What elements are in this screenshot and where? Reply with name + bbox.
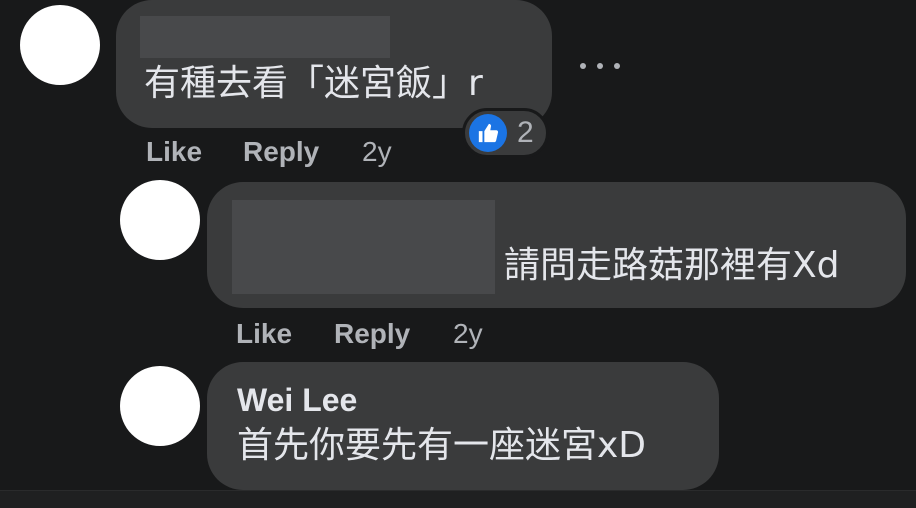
comment-text: 首先你要先有一座迷宮xD xyxy=(237,425,647,466)
comment-bubble: Wei Lee 首先你要先有一座迷宮xD xyxy=(207,362,719,490)
comment-bubble: 請問走路菇那裡有Xd xyxy=(207,182,906,308)
avatar[interactable] xyxy=(120,366,200,446)
more-options-icon[interactable] xyxy=(580,56,620,76)
avatar[interactable] xyxy=(120,180,200,260)
comment-text: 有種去看「迷宮飯」r xyxy=(144,63,483,104)
like-button[interactable]: Like xyxy=(146,136,202,168)
avatar[interactable] xyxy=(20,5,100,85)
redacted-author-name xyxy=(140,16,390,58)
reply-button[interactable]: Reply xyxy=(243,136,319,168)
reaction-summary[interactable]: 2 xyxy=(462,108,549,158)
comment-text: 請問走路菇那裡有Xd xyxy=(504,245,840,286)
timestamp[interactable]: 2y xyxy=(453,318,483,350)
divider xyxy=(0,490,916,508)
timestamp[interactable]: 2y xyxy=(362,136,392,168)
like-thumb-icon xyxy=(469,114,507,152)
reaction-count: 2 xyxy=(517,116,534,149)
like-button[interactable]: Like xyxy=(236,318,292,350)
comment-thread: 有種去看「迷宮飯」r 2 Like Reply 2y 請問走路菇那裡有Xd Li… xyxy=(0,0,916,508)
redacted-author-name xyxy=(232,200,495,294)
reply-button[interactable]: Reply xyxy=(334,318,410,350)
comment-author[interactable]: Wei Lee xyxy=(237,382,357,418)
